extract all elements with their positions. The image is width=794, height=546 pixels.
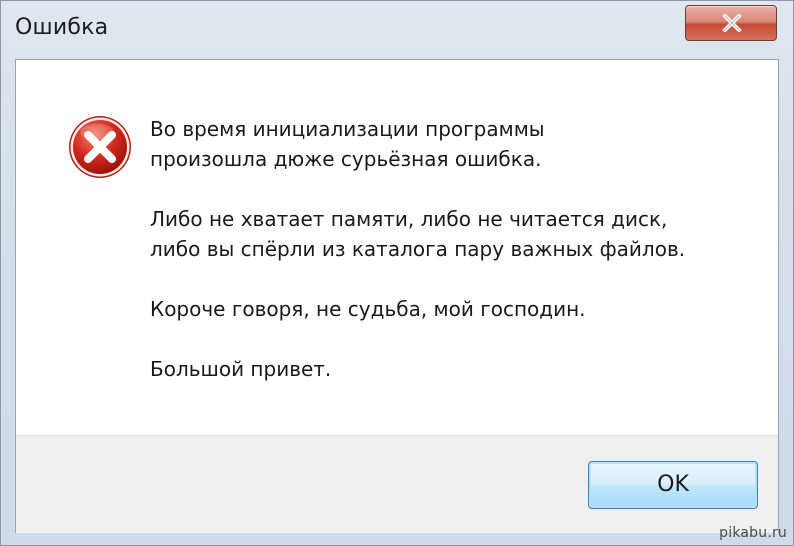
message-line: либо вы спёрли из каталога пару важных ф… [150,237,686,261]
message-paragraph: Большой привет. [150,354,750,384]
watermark: pikabu.ru [719,525,787,541]
close-icon [722,14,742,32]
message-area: Во время инициализации программы произош… [16,60,778,435]
message-line: Во время инициализации программы [150,117,545,141]
error-icon [69,116,131,178]
message-paragraph: Либо не хватает памяти, либо не читается… [150,204,750,264]
window-title: Ошибка [15,15,109,40]
error-dialog: Ошибка Во время инициализации программы … [0,0,794,546]
message-line: Либо не хватает памяти, либо не читается… [150,207,668,231]
message-line: произошла дюже сурьёзная ошибка. [150,147,542,171]
message-line: Большой привет. [150,357,332,381]
error-message: Во время инициализации программы произош… [150,114,750,384]
message-paragraph: Во время инициализации программы произош… [150,114,750,174]
title-bar[interactable]: Ошибка [1,1,793,59]
message-paragraph: Короче говоря, не судьба, мой господин. [150,294,750,324]
message-line: Короче говоря, не судьба, мой господин. [150,297,586,321]
ok-button[interactable]: OK [588,461,758,509]
dialog-body: Во время инициализации программы произош… [15,59,779,533]
close-button[interactable] [685,5,777,41]
